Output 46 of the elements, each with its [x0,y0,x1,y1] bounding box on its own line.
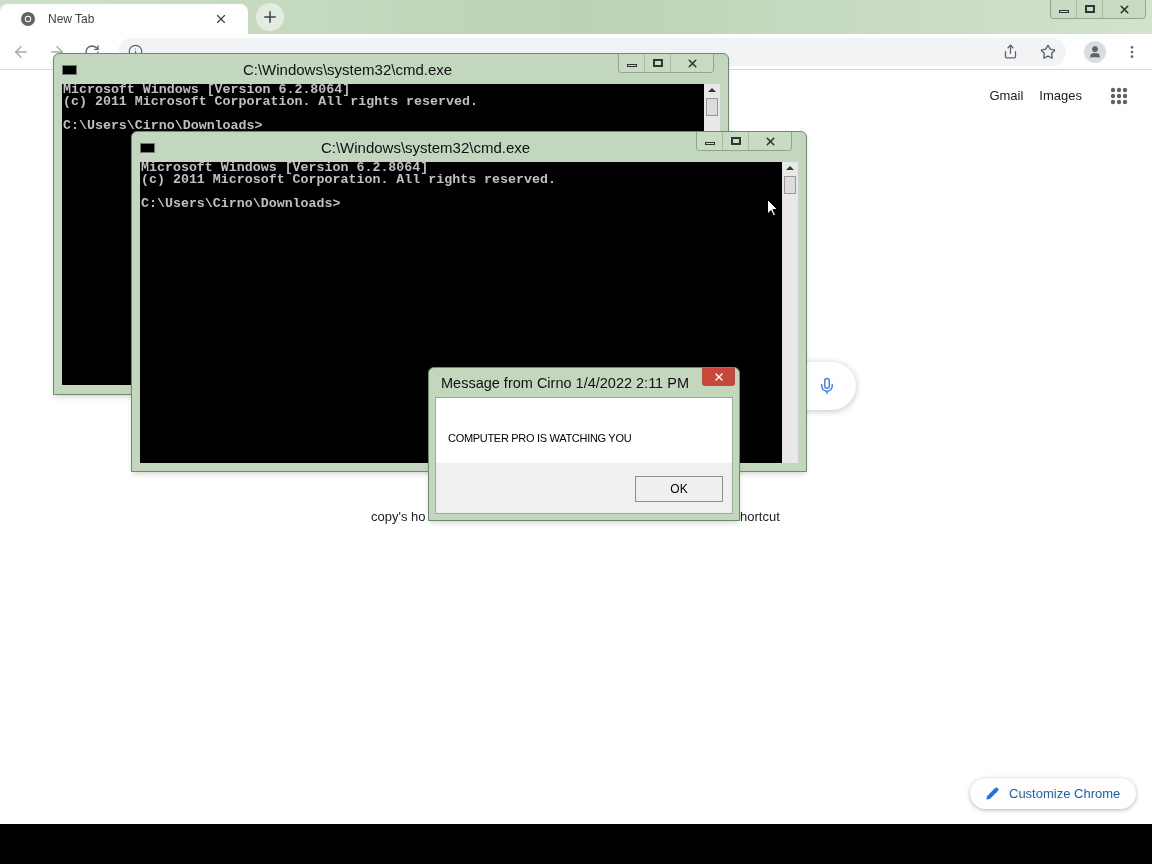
ok-button[interactable]: OK [635,476,723,502]
share-icon[interactable] [1003,44,1018,59]
console-line: Microsoft Windows [Version 6.2.8064] [141,162,429,174]
apps-grid-icon[interactable] [1110,86,1128,105]
customize-chrome-button[interactable]: Customize Chrome [970,778,1137,809]
new-tab-button[interactable] [256,3,284,31]
close-icon [712,371,725,383]
microphone-icon[interactable] [818,377,836,395]
close-button[interactable] [749,132,791,150]
shortcut-label[interactable]: hortcut [740,507,780,527]
window-title: C:\Windows\system32\cmd.exe [241,60,454,80]
console-icon [62,65,77,75]
console-icon [140,143,155,153]
mouse-cursor-icon [767,199,778,217]
dialog-title: Message from Cirno 1/4/2022 2:11 PM [441,374,690,393]
chrome-logo-icon [20,11,36,27]
browser-tab[interactable]: New Tab [0,4,248,34]
minimize-button[interactable] [1051,0,1077,18]
profile-icon[interactable] [1084,40,1106,63]
close-icon [763,134,777,148]
console-line: Microsoft Windows [Version 6.2.8064] [63,84,351,96]
console-line: (c) 2011 Microsoft Corporation. All rights reserved. [141,174,556,186]
dialog-message: COMPUTER PRO IS WATCHING YOU [448,432,632,444]
console-line: (c) 2011 Microsoft Corporation. All rights reserved. [63,96,478,108]
console-prompt: C:\Users\Cirno\Downloads> [63,120,263,132]
plus-icon [261,8,279,26]
maximize-button[interactable] [1077,0,1103,18]
minimize-button[interactable] [619,54,645,72]
window-title: C:\Windows\system32\cmd.exe [319,138,532,158]
shortcut-label[interactable]: copy's ho [371,507,426,527]
pencil-icon [986,787,999,800]
header-link[interactable]: Images [1039,86,1082,106]
close-tab-icon[interactable] [214,12,228,26]
scrollbar[interactable] [782,162,798,463]
close-button[interactable] [1103,0,1145,18]
header-link[interactable]: Gmail [989,86,1024,106]
console-prompt: C:\Users\Cirno\Downloads> [141,198,341,210]
close-button[interactable] [671,54,713,72]
maximize-button[interactable] [723,132,749,150]
dialog-close-button[interactable] [702,368,735,386]
maximize-button[interactable] [645,54,671,72]
bookmark-star-icon[interactable] [1040,43,1056,60]
close-icon [1117,2,1131,16]
tab-title: New Tab [48,11,96,28]
minimize-button[interactable] [697,132,723,150]
close-icon [685,56,699,70]
